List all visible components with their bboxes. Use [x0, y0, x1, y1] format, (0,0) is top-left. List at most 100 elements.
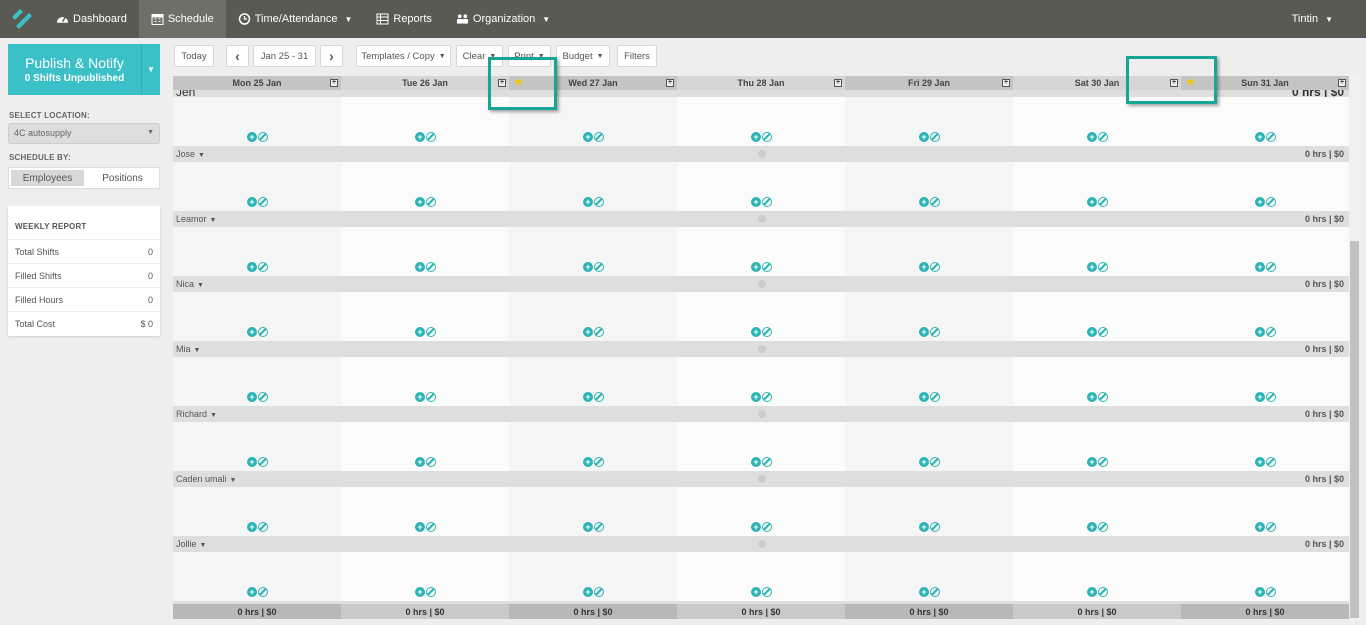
unavailable-icon[interactable] — [1098, 522, 1108, 532]
shift-cell[interactable]: + — [677, 422, 845, 471]
shift-cell[interactable]: + — [1013, 227, 1181, 276]
shift-cell[interactable]: + — [1181, 162, 1349, 211]
shift-cell[interactable]: + — [341, 227, 509, 276]
add-shift-icon[interactable]: + — [919, 197, 929, 207]
nav-time-attendance[interactable]: Time/Attendance ▼ — [226, 0, 365, 38]
shift-cell[interactable]: + — [1013, 292, 1181, 341]
add-shift-icon[interactable]: + — [247, 392, 257, 402]
add-shift-icon[interactable]: + — [919, 132, 929, 142]
add-icon[interactable]: + — [1002, 79, 1010, 87]
unavailable-icon[interactable] — [930, 262, 940, 272]
add-shift-icon[interactable]: + — [583, 197, 593, 207]
shift-cell[interactable]: + — [509, 422, 677, 471]
add-shift-icon[interactable]: + — [415, 327, 425, 337]
publish-dropdown-toggle[interactable]: ▼ — [142, 44, 160, 95]
add-shift-icon[interactable]: + — [1255, 457, 1265, 467]
shift-cell[interactable]: + — [1181, 292, 1349, 341]
unavailable-icon[interactable] — [762, 262, 772, 272]
shift-cell[interactable]: + — [173, 487, 341, 536]
add-shift-icon[interactable]: + — [751, 197, 761, 207]
unavailable-icon[interactable] — [1098, 392, 1108, 402]
logo-icon[interactable] — [0, 0, 44, 38]
publish-notify-button[interactable]: Publish & Notify 0 Shifts Unpublished ▼ — [8, 44, 160, 95]
unavailable-icon[interactable] — [1098, 132, 1108, 142]
add-shift-icon[interactable]: + — [751, 132, 761, 142]
unavailable-icon[interactable] — [426, 327, 436, 337]
unavailable-icon[interactable] — [258, 132, 268, 142]
shift-cell[interactable]: + — [677, 357, 845, 406]
employee-name[interactable]: Richard ▼ — [176, 409, 217, 419]
unavailable-icon[interactable] — [594, 327, 604, 337]
prev-week-button[interactable]: ‹ — [226, 45, 249, 67]
add-shift-icon[interactable]: + — [583, 327, 593, 337]
unavailable-icon[interactable] — [762, 197, 772, 207]
shift-cell[interactable]: + — [341, 357, 509, 406]
add-shift-icon[interactable]: + — [247, 197, 257, 207]
add-shift-icon[interactable]: + — [415, 132, 425, 142]
shift-cell[interactable]: + — [1181, 487, 1349, 536]
location-select[interactable]: 4C autosupply ▼ — [8, 123, 160, 144]
shift-cell[interactable]: + — [845, 552, 1013, 601]
add-shift-icon[interactable]: + — [1087, 327, 1097, 337]
shift-cell[interactable]: + — [509, 162, 677, 211]
add-icon[interactable]: + — [1338, 79, 1346, 87]
shift-cell[interactable]: + — [1013, 97, 1181, 146]
add-icon[interactable]: + — [666, 79, 674, 87]
filters-button[interactable]: Filters — [617, 45, 657, 67]
shift-cell[interactable]: + — [509, 292, 677, 341]
shift-cell[interactable]: + — [173, 162, 341, 211]
shift-cell[interactable]: + — [1181, 552, 1349, 601]
shift-cell[interactable]: + — [845, 292, 1013, 341]
unavailable-icon[interactable] — [258, 457, 268, 467]
unavailable-icon[interactable] — [594, 262, 604, 272]
add-icon[interactable]: + — [834, 79, 842, 87]
add-shift-icon[interactable]: + — [1255, 197, 1265, 207]
shift-cell[interactable]: + — [677, 552, 845, 601]
toggle-positions[interactable]: Positions — [86, 168, 159, 188]
add-shift-icon[interactable]: + — [583, 522, 593, 532]
add-shift-icon[interactable]: + — [1255, 262, 1265, 272]
unavailable-icon[interactable] — [762, 327, 772, 337]
shift-cell[interactable]: + — [341, 487, 509, 536]
shift-cell[interactable]: + — [845, 422, 1013, 471]
shift-cell[interactable]: + — [173, 552, 341, 601]
scrollbar-thumb[interactable] — [1350, 241, 1359, 618]
shift-cell[interactable]: + — [677, 162, 845, 211]
shift-cell[interactable]: + — [509, 487, 677, 536]
unavailable-icon[interactable] — [762, 457, 772, 467]
add-shift-icon[interactable]: + — [247, 327, 257, 337]
shift-cell[interactable]: + — [173, 357, 341, 406]
employee-name[interactable]: Nica ▼ — [176, 279, 204, 289]
shift-cell[interactable]: + — [845, 227, 1013, 276]
add-shift-icon[interactable]: + — [751, 392, 761, 402]
add-shift-icon[interactable]: + — [583, 587, 593, 597]
unavailable-icon[interactable] — [1266, 132, 1276, 142]
shift-cell[interactable]: + — [845, 357, 1013, 406]
add-shift-icon[interactable]: + — [415, 587, 425, 597]
unavailable-icon[interactable] — [930, 132, 940, 142]
shift-cell[interactable]: + — [341, 552, 509, 601]
unavailable-icon[interactable] — [762, 392, 772, 402]
add-shift-icon[interactable]: + — [247, 587, 257, 597]
unavailable-icon[interactable] — [762, 587, 772, 597]
shift-cell[interactable]: + — [1181, 227, 1349, 276]
unavailable-icon[interactable] — [1098, 587, 1108, 597]
shift-cell[interactable]: + — [173, 227, 341, 276]
unavailable-icon[interactable] — [1266, 197, 1276, 207]
shift-cell[interactable]: + — [1181, 97, 1349, 146]
templates-copy-button[interactable]: Templates / Copy ▼ — [356, 45, 451, 67]
unavailable-icon[interactable] — [930, 522, 940, 532]
unavailable-icon[interactable] — [426, 392, 436, 402]
add-shift-icon[interactable]: + — [247, 132, 257, 142]
add-shift-icon[interactable]: + — [1087, 392, 1097, 402]
add-shift-icon[interactable]: + — [583, 392, 593, 402]
add-shift-icon[interactable]: + — [1255, 522, 1265, 532]
unavailable-icon[interactable] — [1266, 392, 1276, 402]
unavailable-icon[interactable] — [1266, 262, 1276, 272]
add-shift-icon[interactable]: + — [751, 522, 761, 532]
toggle-employees[interactable]: Employees — [9, 168, 86, 188]
unavailable-icon[interactable] — [1266, 457, 1276, 467]
add-shift-icon[interactable]: + — [1087, 197, 1097, 207]
shift-cell[interactable]: + — [845, 487, 1013, 536]
unavailable-icon[interactable] — [594, 457, 604, 467]
